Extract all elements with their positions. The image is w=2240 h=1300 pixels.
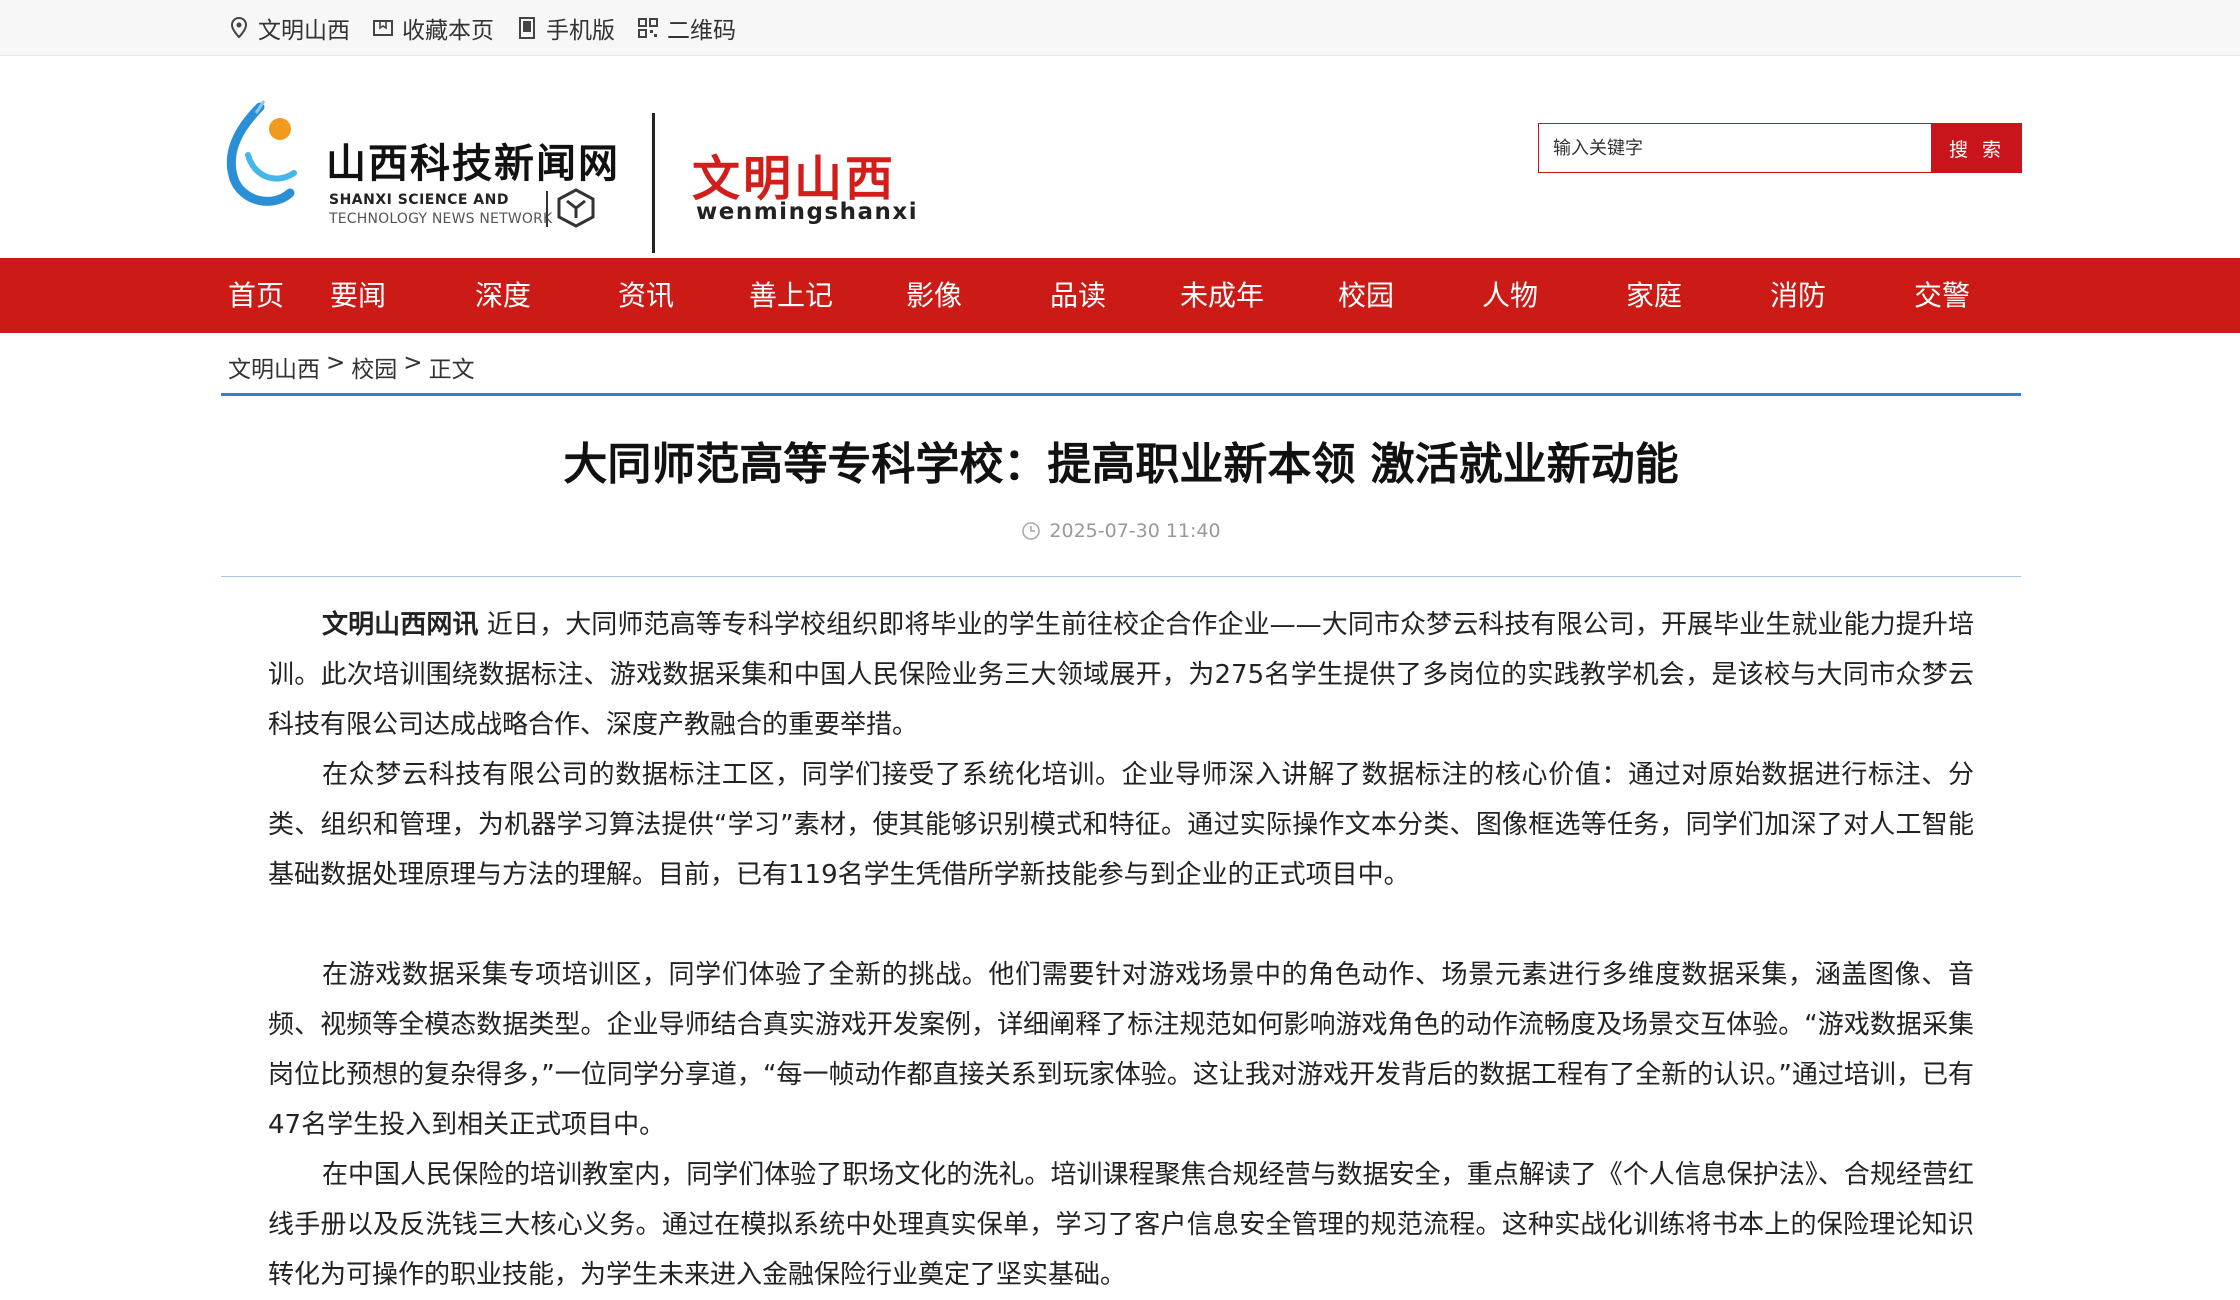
top-utility-links: 文明山西 收藏本页 手机版 二维码 <box>228 0 736 56</box>
logo-english-line2: TECHNOLOGY NEWS NETWORK <box>329 211 553 227</box>
article-meta: 2025-07-30 11:40 <box>221 520 2021 542</box>
topbar-link-home[interactable]: 文明山西 <box>228 11 350 45</box>
article-timestamp: 2025-07-30 11:40 <box>1049 520 1221 542</box>
clock-icon <box>1022 522 1041 540</box>
nav-item-minors[interactable]: 未成年 <box>1180 258 1264 333</box>
search-box: 搜 索 <box>1538 123 2022 173</box>
topbar-link-label: 文明山西 <box>258 18 350 44</box>
topbar-link-mobile[interactable]: 手机版 <box>516 11 615 45</box>
qr-code-icon <box>637 17 659 39</box>
header-divider <box>652 113 655 253</box>
paragraph-text: 近日，大同师范高等专科学校组织即将毕业的学生前往校企合作企业——大同市众梦云科技… <box>268 610 1974 740</box>
nav-item-news[interactable]: 要闻 <box>330 258 386 333</box>
nav-item-info[interactable]: 资讯 <box>618 258 674 333</box>
breadcrumb-separator: > <box>326 350 346 376</box>
topbar-link-qrcode[interactable]: 二维码 <box>637 11 736 45</box>
article-paragraph: 在游戏数据采集专项培训区，同学们体验了全新的挑战。他们需要针对游戏场景中的角色动… <box>268 960 1974 1140</box>
nav-item-good-deeds[interactable]: 善上记 <box>749 258 833 333</box>
article-lead: 文明山西网讯 <box>322 610 479 640</box>
nav-item-fire[interactable]: 消防 <box>1770 258 1826 333</box>
top-utility-bar: 文明山西 收藏本页 手机版 二维码 <box>0 0 2240 56</box>
breadcrumb-item-campus[interactable]: 校园 <box>351 350 397 384</box>
breadcrumb-item-current: 正文 <box>428 357 475 383</box>
logo-inner-divider <box>546 191 548 227</box>
logo-swirl-icon <box>226 100 297 206</box>
logo-english-line1: SHANXI SCIENCE AND <box>329 192 509 208</box>
breadcrumb: 文明山西 > 校园 > 正文 <box>228 350 475 384</box>
nav-item-campus[interactable]: 校园 <box>1338 258 1394 333</box>
article-paragraph: 文明山西网讯 近日，大同师范高等专科学校组织即将毕业的学生前往校企合作企业——大… <box>268 600 1974 750</box>
topbar-link-label: 手机版 <box>546 18 615 44</box>
nav-item-family[interactable]: 家庭 <box>1626 258 1682 333</box>
mobile-icon <box>516 17 538 39</box>
nav-item-people[interactable]: 人物 <box>1482 258 1538 333</box>
breadcrumb-divider <box>221 393 2021 396</box>
site-logo[interactable]: 山西科技新闻网 SHANXI SCIENCE AND TECHNOLOGY NE… <box>220 77 920 253</box>
article-header-divider <box>221 576 2021 577</box>
nav-item-home[interactable]: 首页 <box>228 258 284 333</box>
topbar-link-label: 收藏本页 <box>402 18 494 44</box>
nav-item-reading[interactable]: 品读 <box>1050 258 1106 333</box>
article-paragraph: 在中国人民保险的培训教室内，同学们体验了职场文化的洗礼。培训课程聚焦合规经营与数… <box>268 1160 1974 1290</box>
nav-item-traffic[interactable]: 交警 <box>1914 258 1970 333</box>
site-header: 山西科技新闻网 SHANXI SCIENCE AND TECHNOLOGY NE… <box>0 57 2240 257</box>
search-button[interactable]: 搜 索 <box>1932 123 2022 173</box>
breadcrumb-item-home[interactable]: 文明山西 <box>228 350 320 384</box>
logo-cube-icon <box>557 188 595 228</box>
topbar-link-label: 二维码 <box>667 18 736 44</box>
location-pin-icon <box>228 17 250 39</box>
breadcrumb-separator: > <box>403 350 423 376</box>
nav-item-depth[interactable]: 深度 <box>475 258 531 333</box>
bookmark-icon <box>372 17 394 39</box>
main-nav: 首页 要闻 深度 资讯 善上记 影像 品读 未成年 校园 人物 家庭 消防 交警 <box>0 258 2240 333</box>
logo-chinese-name: 山西科技新闻网 <box>326 141 620 187</box>
paragraph-spacer <box>268 900 1974 950</box>
brand-english-name: wenmingshanxi <box>696 199 919 225</box>
search-input[interactable] <box>1538 123 1932 173</box>
article-body: 文明山西网讯 近日，大同师范高等专科学校组织即将毕业的学生前往校企合作企业——大… <box>268 600 1974 1300</box>
nav-item-images[interactable]: 影像 <box>906 258 962 333</box>
article-title: 大同师范高等专科学校：提高职业新本领 激活就业新动能 <box>563 439 1679 490</box>
article-paragraph: 在众梦云科技有限公司的数据标注工区，同学们接受了系统化培训。企业导师深入讲解了数… <box>268 760 1974 890</box>
topbar-link-bookmark[interactable]: 收藏本页 <box>372 11 494 45</box>
